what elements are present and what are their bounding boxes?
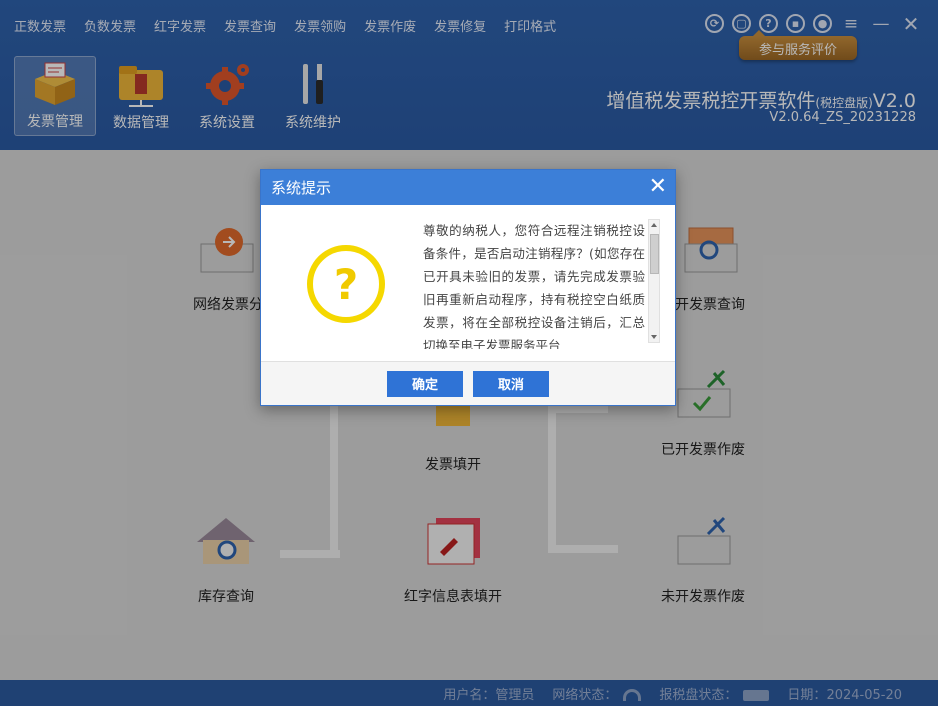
- dialog-footer: 确定 取消: [261, 361, 675, 405]
- scroll-thumb[interactable]: [650, 234, 659, 274]
- confirm-button[interactable]: 确定: [387, 370, 463, 397]
- scroll-down-icon[interactable]: [651, 335, 657, 339]
- system-prompt-dialog: 系统提示 ✕ ? 尊敬的纳税人，您符合远程注销税控设备条件，是否启动注销程序？(…: [260, 169, 676, 406]
- message-scrollbar[interactable]: [648, 219, 660, 343]
- scroll-up-icon[interactable]: [651, 223, 657, 227]
- dialog-message: 尊敬的纳税人，您符合远程注销税控设备条件，是否启动注销程序？(如您存在已开具未验…: [423, 223, 645, 349]
- close-icon[interactable]: ✕: [649, 174, 667, 199]
- dialog-header: 系统提示 ✕: [261, 170, 675, 205]
- cancel-button[interactable]: 取消: [473, 370, 549, 397]
- dialog-body: ? 尊敬的纳税人，您符合远程注销税控设备条件，是否启动注销程序？(如您存在已开具…: [261, 205, 675, 361]
- question-icon: ?: [307, 245, 385, 323]
- dialog-title: 系统提示: [271, 179, 332, 197]
